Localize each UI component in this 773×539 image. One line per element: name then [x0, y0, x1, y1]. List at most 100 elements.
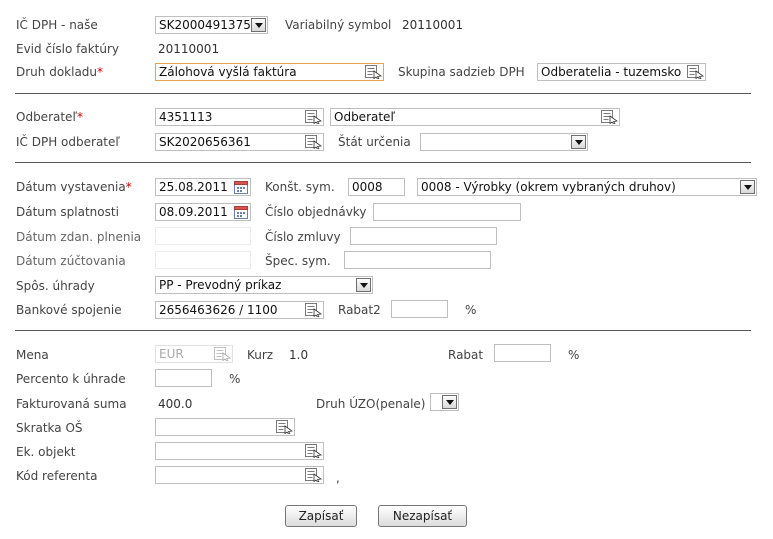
konst-sym-label: Konšt. sym.: [265, 180, 335, 194]
ek-objekt-label: Ek. objekt: [16, 445, 76, 459]
chevron-down-icon[interactable]: [740, 180, 755, 194]
fakturovana-suma-value: 400.0: [158, 397, 193, 411]
kod-referenta-comma: ,: [336, 471, 340, 485]
odberatel-label: Odberateľ*: [16, 110, 83, 124]
lookup-icon[interactable]: [365, 65, 382, 79]
lookup-icon[interactable]: [601, 110, 618, 124]
variabilny-symbol-label: Variabilný symbol: [285, 18, 392, 32]
variabilny-symbol-value: 20110001: [402, 18, 464, 32]
bankove-spojenie-input[interactable]: 2656463626 / 1100: [155, 301, 324, 319]
cancel-button[interactable]: Nezapísať: [378, 505, 467, 527]
datum-zdan-label: Dátum zdan. plnenia: [16, 230, 142, 244]
rabat2-input[interactable]: [391, 300, 448, 318]
ek-objekt-input[interactable]: [155, 442, 324, 460]
lookup-icon[interactable]: [214, 347, 231, 361]
section-divider: [15, 330, 751, 331]
lookup-icon[interactable]: [305, 110, 322, 124]
lookup-icon[interactable]: [305, 303, 322, 317]
datum-splatnosti-label: Dátum splatnosti: [16, 205, 119, 219]
lookup-icon[interactable]: [305, 135, 322, 149]
druh-uzo-select[interactable]: [430, 393, 459, 411]
mena-value: EUR: [159, 347, 184, 361]
kurz-label: Kurz: [247, 348, 274, 362]
datum-zuct-label: Dátum zúčtovania: [16, 254, 126, 268]
skratka-os-input[interactable]: [155, 418, 295, 436]
stat-urcenia-select[interactable]: [420, 133, 588, 151]
konst-sym-desc-value: 0008 - Výrobky (okrem vybraných druhov): [421, 180, 676, 194]
calendar-icon[interactable]: [234, 205, 248, 219]
percento-percent: %: [229, 372, 241, 386]
lookup-icon[interactable]: [305, 444, 322, 458]
ic-dph-nase-select[interactable]: SK2000491375: [155, 16, 268, 34]
ic-dph-odberatel-value: SK2020656361: [159, 135, 251, 149]
druh-dokladu-value: Zálohová vyšlá faktúra: [159, 65, 297, 79]
chevron-down-icon[interactable]: [356, 278, 371, 292]
cislo-objednavky-label: Číslo objednávky: [265, 205, 367, 219]
datum-zdan-input[interactable]: [155, 227, 251, 245]
skupina-sadzieb-value: Odberatelia - tuzemsko: [541, 65, 682, 79]
datum-splatnosti-input[interactable]: 08.09.2011: [155, 203, 251, 221]
ic-dph-nase-label: IČ DPH - naše: [16, 18, 98, 32]
stat-urcenia-label: Štát určenia: [338, 135, 411, 149]
datum-vystavenia-input[interactable]: 25.08.2011: [155, 178, 251, 196]
percento-input[interactable]: [155, 369, 212, 387]
required-mark: *: [76, 110, 83, 124]
rabat2-percent: %: [465, 303, 477, 317]
skupina-sadzieb-input[interactable]: Odberatelia - tuzemsko: [537, 63, 706, 81]
bankove-spojenie-label: Bankové spojenie: [16, 303, 122, 317]
konst-sym-code-input[interactable]: 0008: [348, 178, 405, 196]
evid-cislo-value: 20110001: [158, 42, 220, 56]
datum-zuct-input[interactable]: [155, 251, 251, 269]
percento-label: Percento k úhrade: [16, 372, 126, 386]
ic-dph-odberatel-label: IČ DPH odberateľ: [16, 135, 120, 149]
odberatel-name-value: Odberateľ: [334, 110, 395, 124]
skratka-os-label: Skratka OŠ: [16, 421, 83, 435]
lookup-icon[interactable]: [687, 65, 704, 79]
rabat2-label: Rabat2: [338, 303, 381, 317]
chevron-down-icon[interactable]: [251, 18, 266, 32]
konst-sym-code-value: 0008: [352, 180, 383, 194]
kod-referenta-label: Kód referenta: [16, 469, 98, 483]
save-button[interactable]: Zapísať: [285, 505, 357, 527]
chevron-down-icon[interactable]: [442, 395, 457, 409]
kod-referenta-input[interactable]: [155, 466, 324, 484]
druh-dokladu-input[interactable]: Zálohová vyšlá faktúra: [155, 63, 384, 81]
cislo-zmluvy-input[interactable]: [350, 227, 497, 245]
required-mark: *: [97, 65, 104, 79]
datum-splatnosti-value: 08.09.2011: [159, 205, 228, 219]
sposob-uhrady-select[interactable]: PP - Prevodný príkaz: [155, 276, 373, 294]
skupina-sadzieb-label: Skupina sadzieb DPH: [398, 65, 525, 79]
ic-dph-odberatel-input[interactable]: SK2020656361: [155, 133, 324, 151]
sposob-uhrady-label: Spôs. úhrady: [16, 279, 95, 293]
evid-cislo-label: Evid číslo faktúry: [16, 42, 119, 56]
fakturovana-suma-label: Fakturovaná suma: [16, 397, 127, 411]
datum-vystavenia-value: 25.08.2011: [159, 180, 228, 194]
rabat-input[interactable]: [494, 344, 551, 362]
lookup-icon[interactable]: [276, 420, 293, 434]
required-mark: *: [125, 180, 132, 194]
mena-label: Mena: [16, 348, 49, 362]
sposob-uhrady-value: PP - Prevodný príkaz: [159, 278, 282, 292]
mena-input[interactable]: EUR: [155, 345, 233, 363]
druh-dokladu-label: Druh dokladu*: [16, 65, 104, 79]
datum-vystavenia-label: Dátum vystavenia*: [16, 180, 132, 194]
konst-sym-select[interactable]: 0008 - Výrobky (okrem vybraných druhov): [417, 178, 757, 196]
section-divider: [15, 93, 751, 94]
lookup-icon[interactable]: [305, 468, 322, 482]
odberatel-code-value: 4351113: [159, 110, 213, 124]
calendar-icon[interactable]: [234, 180, 248, 194]
cislo-objednavky-input[interactable]: [373, 203, 521, 221]
section-divider: [15, 162, 751, 163]
druh-uzo-label: Druh ÚZO(penale): [316, 397, 426, 411]
spec-sym-label: Špec. sym.: [265, 254, 331, 268]
odberatel-name-input[interactable]: Odberateľ: [330, 108, 620, 126]
cislo-zmluvy-label: Číslo zmluvy: [265, 230, 341, 244]
kurz-value: 1.0: [289, 348, 309, 362]
rabat-label: Rabat: [448, 348, 484, 362]
odberatel-code-input[interactable]: 4351113: [155, 108, 324, 126]
rabat-percent: %: [568, 348, 580, 362]
spec-sym-input[interactable]: [344, 251, 491, 269]
chevron-down-icon[interactable]: [571, 135, 586, 149]
bankove-spojenie-value: 2656463626 / 1100: [159, 303, 278, 317]
ic-dph-nase-value: SK2000491375: [159, 18, 251, 32]
